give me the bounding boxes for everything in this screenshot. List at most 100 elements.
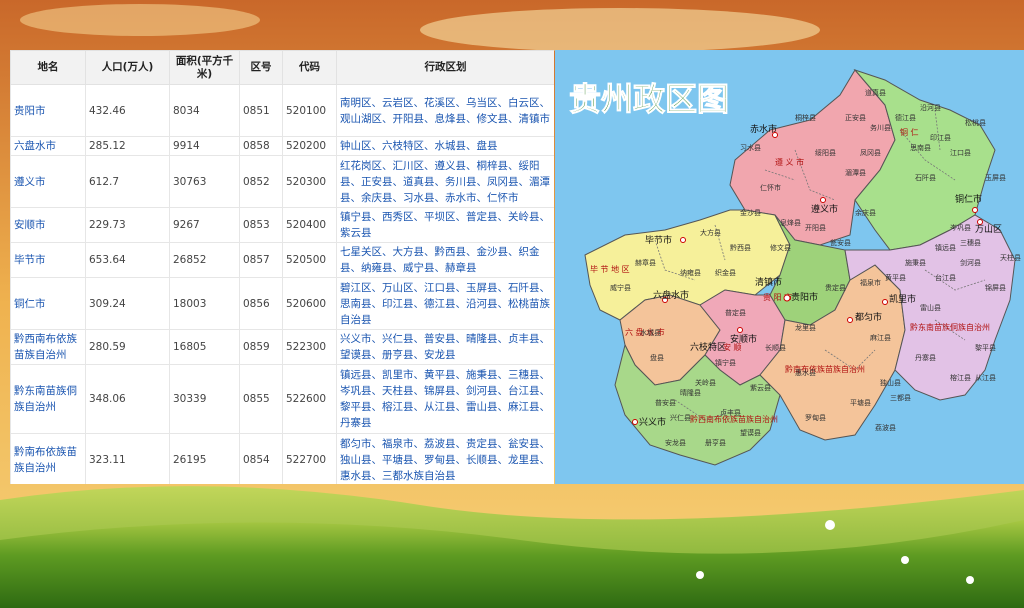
county-label: 三穗县 [960,238,981,247]
county-label: 晴隆县 [680,388,701,397]
county-label: 从江县 [975,374,996,382]
county-label: 罗甸县 [805,413,826,422]
divisions-cell[interactable]: 镇远县、凯里市、黄平县、施秉县、三穗县、岑巩县、天柱县、锦屏县、剑河县、台江县、… [336,364,554,434]
county-label: 独山县 [880,378,901,387]
city-xingyi: 兴义市 [639,416,666,428]
label-bijie-region: 毕 节 地 区 [590,264,630,274]
admin-code-cell: 520600 [282,277,337,330]
county-label: 普定县 [725,308,746,317]
area-cell: 18003 [169,277,240,330]
divisions-cell[interactable]: 钟山区、六枝特区、水城县、盘县 [336,136,554,156]
prefecture-name-link[interactable]: 黔西南布依族苗族自治州 [10,329,86,365]
county-label: 湄潭县 [845,168,866,177]
area-cell: 30339 [169,364,240,434]
county-label: 瓮安县 [830,238,851,247]
admin-code-cell: 522600 [282,364,337,434]
county-label: 册亨县 [705,438,726,447]
area-code-cell: 0859 [239,329,283,365]
city-liuzhi: 六枝特区 [690,341,726,353]
county-label: 普安县 [655,398,676,407]
divisions-cell[interactable]: 碧江区、万山区、江口县、玉屏县、石阡县、思南县、印江县、德江县、沿河县、松桃苗族… [336,277,554,330]
city-anshun: 安顺市 [730,333,757,345]
county-label: 安龙县 [665,438,686,447]
population-cell: 612.7 [85,155,170,208]
header-area: 面积(平方千米) [169,50,240,85]
county-label: 惠水县 [795,368,816,377]
county-label: 兴仁县 [670,413,691,422]
population-cell: 280.59 [85,329,170,365]
area-code-cell: 0855 [239,364,283,434]
county-label: 纳雍县 [680,268,701,277]
admin-code-cell: 522700 [282,433,337,484]
divisions-cell[interactable]: 都匀市、福泉市、荔波县、贵定县、瓮安县、独山县、平塘县、罗甸县、长顺县、龙里县、… [336,433,554,484]
label-qiandongnan-region: 黔东南苗族侗族自治州 [910,322,990,332]
county-label: 长顺县 [765,343,786,352]
county-label: 务川县 [870,123,891,132]
table-row: 铜仁市 309.24 18003 0856 520600 碧江区、万山区、江口县、玉屏县、… [10,277,554,330]
population-cell: 309.24 [85,277,170,330]
divisions-cell[interactable]: 兴义市、兴仁县、普安县、晴隆县、贞丰县、望谟县、册亨县、安龙县 [336,329,554,365]
city-bijie: 毕节市 [645,234,672,246]
county-label: 玉屏县 [985,174,1006,182]
prefecture-name-link[interactable]: 铜仁市 [10,277,86,330]
divisions-cell[interactable]: 七星关区、大方县、黔西县、金沙县、织金县、纳雍县、威宁县、赫章县 [336,242,554,278]
prefecture-name-link[interactable]: 黔南布依族苗族自治州 [10,433,86,484]
admin-code-cell: 520300 [282,155,337,208]
county-label: 开阳县 [805,223,826,232]
area-cell: 26852 [169,242,240,278]
city-kaili: 凯里市 [889,293,916,305]
table-row: 安顺市 229.73 9267 0853 520400 镇宁县、西秀区、平坝区、普定县、关… [10,207,554,243]
county-label: 松桃县 [965,118,986,127]
prefecture-name-link[interactable]: 毕节市 [10,242,86,278]
county-label: 黄平县 [885,273,906,282]
county-label: 绥阳县 [815,148,836,157]
county-label: 修文县 [770,243,791,252]
population-cell: 348.06 [85,364,170,434]
divisions-cell[interactable]: 红花岗区、汇川区、遵义县、桐梓县、绥阳县、正安县、道真县、务川县、凤冈县、湄潭县… [336,155,554,208]
county-label: 施秉县 [905,258,926,267]
header-population: 人口(万人) [85,50,170,85]
county-label: 镇宁县 [715,358,736,367]
area-code-cell: 0853 [239,207,283,243]
county-label: 水城县 [640,328,661,337]
county-label: 息烽县 [780,218,801,227]
table-header-row: 地名 人口(万人) 面积(平方千米) 区号 代码 行政区划 [10,50,554,85]
prefecture-name-link[interactable]: 六盘水市 [10,136,86,156]
county-label: 黎平县 [975,343,996,352]
table-row: 贵阳市 432.46 8034 0851 520100 南明区、云岩区、花溪区、乌当区、白… [10,84,554,137]
county-label: 镇远县 [935,243,956,252]
county-label: 雷山县 [920,303,941,312]
divisions-cell[interactable]: 南明区、云岩区、花溪区、乌当区、白云区、观山湖区、开阳县、息烽县、修文县、清镇市 [336,84,554,137]
city-tongren: 铜仁市 [955,193,982,205]
map-title: 贵州政区图 [569,80,729,118]
county-label: 天柱县 [1000,253,1021,262]
prefecture-table: 地名 人口(万人) 面积(平方千米) 区号 代码 行政区划 贵阳市 432.46 8… [10,50,554,484]
prefecture-name-link[interactable]: 遵义市 [10,155,86,208]
area-cell: 30763 [169,155,240,208]
table-row: 毕节市 653.64 26852 0857 520500 七星关区、大方县、黔西县、金沙县… [10,242,554,278]
prefecture-name-link[interactable]: 黔东南苗族侗族自治州 [10,364,86,434]
admin-code-cell: 520200 [282,136,337,156]
county-label: 紫云县 [750,384,771,392]
county-label: 织金县 [715,268,736,277]
table-row: 黔南布依族苗族自治州 323.11 26195 0854 522700 都匀市、福泉市、荔… [10,433,554,484]
county-label: 道真县 [865,88,886,97]
header-divisions: 行政区划 [336,50,554,85]
city-wanshan: 万山区 [975,224,1002,235]
area-code-cell: 0856 [239,277,283,330]
prefecture-name-link[interactable]: 贵阳市 [10,84,86,137]
area-cell: 26195 [169,433,240,484]
header-admin-code: 代码 [282,50,337,85]
county-label: 台江县 [935,273,956,282]
table-row: 遵义市 612.7 30763 0852 520300 红花岗区、汇川区、遵义县、桐梓县、… [10,155,554,208]
county-label: 正安县 [845,113,866,122]
area-cell: 9267 [169,207,240,243]
county-label: 龙里县 [795,323,816,332]
divisions-cell[interactable]: 镇宁县、西秀区、平坝区、普定县、关岭县、紫云县 [336,207,554,243]
prefecture-table-panel: 地名 人口(万人) 面积(平方千米) 区号 代码 行政区划 贵阳市 432.46 8… [10,50,554,484]
prefecture-name-link[interactable]: 安顺市 [10,207,86,243]
county-label: 大方县 [700,228,721,237]
county-label: 沿河县 [920,103,941,112]
city-qingzhen: 清镇市 [755,276,782,288]
county-label: 锦屏县 [985,283,1006,292]
